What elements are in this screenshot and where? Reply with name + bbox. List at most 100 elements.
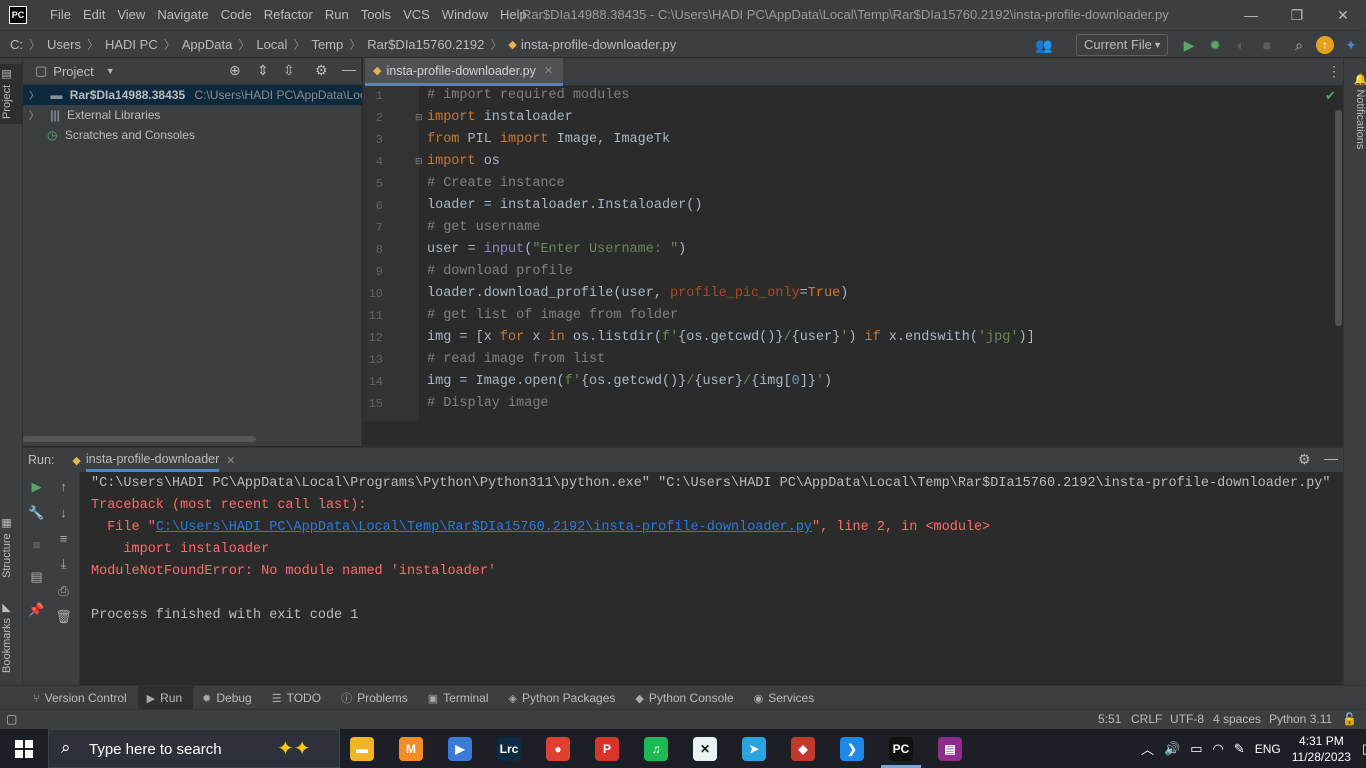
tab-problems[interactable]: ⓘ Problems <box>332 686 419 710</box>
breadcrumb-file[interactable]: insta-profile-downloader.py <box>519 37 678 52</box>
rerun-icon[interactable]: ▶ <box>23 479 50 495</box>
layout-toggle-icon[interactable]: ▢ <box>6 710 17 729</box>
run-console-output[interactable]: "C:\Users\HADI PC\AppData\Local\Programs… <box>81 472 1343 685</box>
chevron-up-icon[interactable]: ︿ <box>1136 739 1159 758</box>
tree-item-scratches[interactable]: ◷ Scratches and Consoles <box>23 125 362 145</box>
close-icon[interactable]: ✕ <box>226 454 235 467</box>
taskbar-app-chrome[interactable]: ● <box>546 737 570 761</box>
bookmarks-tool-tab[interactable]: Bookmarks ◥ <box>0 598 23 676</box>
search-icon[interactable]: ⌕ <box>1290 36 1308 54</box>
caret-position[interactable]: 5:51 <box>1098 710 1121 729</box>
update-icon[interactable]: ↑ <box>1316 36 1334 54</box>
run-tab-label[interactable]: insta-profile-downloader <box>85 449 220 472</box>
tab-todo[interactable]: ☰ TODO <box>263 686 332 710</box>
taskbar-app-sublime-merge[interactable]: M <box>399 737 423 761</box>
tab-terminal[interactable]: ▣ Terminal <box>419 686 500 710</box>
notification-center-icon[interactable]: ▯ <box>1357 741 1366 757</box>
menu-view[interactable]: View <box>111 0 151 30</box>
soft-wrap-icon[interactable]: ≡ <box>50 531 77 546</box>
menu-navigate[interactable]: Navigate <box>151 0 214 30</box>
expand-all-icon[interactable]: ⇕ <box>257 62 269 79</box>
tree-item-external-libraries[interactable]: 〉 ||| External Libraries <box>23 105 362 125</box>
taskbar-app-lightroom-classic[interactable]: Lrc <box>497 737 521 761</box>
gear-icon[interactable]: ⚙ <box>1298 451 1311 468</box>
tab-debug[interactable]: ✹ Debug <box>193 686 263 710</box>
menu-run[interactable]: Run <box>319 0 355 30</box>
wifi-icon[interactable]: ◠ <box>1208 741 1229 757</box>
menu-file[interactable]: File <box>44 0 77 30</box>
gear-icon[interactable]: ⚙ <box>315 62 328 79</box>
tab-run[interactable]: ▶ Run <box>137 685 194 710</box>
trash-icon[interactable]: 🗑 <box>50 609 77 625</box>
menu-code[interactable]: Code <box>215 0 258 30</box>
collapse-all-icon[interactable]: ⇳ <box>283 62 295 79</box>
select-opened-file-icon[interactable]: ⊕ <box>229 62 241 79</box>
pin-icon[interactable]: 📌 <box>23 602 50 618</box>
breadcrumb-folder[interactable]: Rar$DIa15760.2192 <box>365 37 486 52</box>
minimize-button[interactable]: — <box>1228 0 1274 30</box>
project-tool-tab[interactable]: Project ▤ <box>0 64 23 124</box>
line-separator[interactable]: CRLF <box>1131 710 1162 729</box>
volume-icon[interactable]: 🔊 <box>1159 741 1185 757</box>
more-options-icon[interactable]: ⋮ <box>1327 63 1341 80</box>
vertical-scrollbar[interactable] <box>1335 110 1342 326</box>
indent-setting[interactable]: 4 spaces <box>1213 710 1261 729</box>
breadcrumb-users[interactable]: Users <box>45 37 83 52</box>
breadcrumb-drive[interactable]: C: <box>8 37 25 52</box>
menu-window[interactable]: Window <box>436 0 494 30</box>
layout-icon[interactable]: ▤ <box>23 569 50 585</box>
file-encoding[interactable]: UTF-8 <box>1170 710 1204 729</box>
scroll-to-end-icon[interactable]: ⤓ <box>50 556 77 572</box>
taskbar-app-telegram[interactable]: ➤ <box>742 737 766 761</box>
taskbar-app-capcut[interactable]: ✕ <box>693 737 717 761</box>
close-icon[interactable]: ✕ <box>544 64 553 77</box>
restore-button[interactable]: ❐ <box>1274 0 1320 30</box>
jetbrains-ai-icon[interactable]: ✦ <box>1342 36 1360 54</box>
taskbar-app-winrar[interactable]: ▤ <box>938 737 962 761</box>
language-indicator[interactable]: ENG <box>1250 742 1286 756</box>
arrow-up-icon[interactable]: ↑ <box>50 479 77 494</box>
pen-icon[interactable]: ✎ <box>1229 741 1250 757</box>
breadcrumb-appdata[interactable]: AppData <box>180 37 235 52</box>
taskbar-app-virtualbox[interactable]: ◆ <box>791 737 815 761</box>
user-icon[interactable]: 👥 <box>1030 36 1058 54</box>
notifications-tool-tab[interactable]: 🔔 Notifications <box>1344 66 1366 156</box>
breadcrumb-temp[interactable]: Temp <box>309 37 345 52</box>
print-icon[interactable]: ⎙ <box>50 583 77 599</box>
menu-edit[interactable]: Edit <box>77 0 111 30</box>
start-button[interactable] <box>0 729 48 768</box>
run-configuration-select[interactable]: Current File ▼ <box>1076 34 1168 56</box>
hide-icon[interactable]: — <box>342 61 356 77</box>
horizontal-scrollbar[interactable] <box>23 436 256 442</box>
taskbar-app-wps-pdf[interactable]: P <box>595 737 619 761</box>
python-interpreter[interactable]: Python 3.11 <box>1269 710 1332 729</box>
tab-services[interactable]: ◉ Services <box>745 686 826 710</box>
menu-tools[interactable]: Tools <box>355 0 397 30</box>
structure-tool-tab[interactable]: Structure ▦ <box>0 513 23 583</box>
run-icon[interactable]: ▶ <box>1180 36 1198 54</box>
taskbar-app-spotify[interactable]: ♫ <box>644 737 668 761</box>
stop-icon[interactable]: ■ <box>23 537 50 552</box>
menu-vcs[interactable]: VCS <box>397 0 436 30</box>
taskbar-app-file-explorer[interactable]: ▬ <box>350 737 374 761</box>
taskbar-search-box[interactable]: ⌕ Type here to search ✦✦ <box>48 729 340 768</box>
breadcrumb-hadi-pc[interactable]: HADI PC <box>103 37 160 52</box>
battery-icon[interactable]: ▭ <box>1185 741 1207 757</box>
hide-icon[interactable]: — <box>1324 450 1338 466</box>
check-icon[interactable]: ✔ <box>1325 88 1336 104</box>
chevron-down-icon[interactable]: ▼ <box>106 66 115 76</box>
wrench-icon[interactable]: 🔧 <box>23 505 50 521</box>
file-link[interactable]: C:\Users\HADI PC\AppData\Local\Temp\Rar$… <box>156 520 812 535</box>
fold-icon[interactable]: ⊟ <box>415 156 423 167</box>
lock-icon[interactable]: 🔓 <box>1342 710 1357 729</box>
taskbar-app-pycharm[interactable]: PC <box>881 737 921 768</box>
menu-refactor[interactable]: Refactor <box>258 0 319 30</box>
taskbar-app-vscode[interactable]: ❯ <box>840 737 864 761</box>
editor-tab-active[interactable]: ◆ insta-profile-downloader.py ✕ <box>365 58 564 86</box>
coverage-icon[interactable]: ◐ <box>1232 36 1250 54</box>
tree-item-project-root[interactable]: 〉 ▬ Rar$DIa14988.38435 C:\Users\HADI PC\… <box>23 85 362 105</box>
clock[interactable]: 4:31 PM 11/28/2023 <box>1286 733 1357 765</box>
fold-icon[interactable]: ⊟ <box>415 112 423 123</box>
code-editor[interactable]: 1 2 3 4 5 6 7 8 9 10 11 12 13 14 15 ⊟ ⊟ … <box>363 86 1343 421</box>
project-panel-title[interactable]: Project <box>53 64 93 79</box>
